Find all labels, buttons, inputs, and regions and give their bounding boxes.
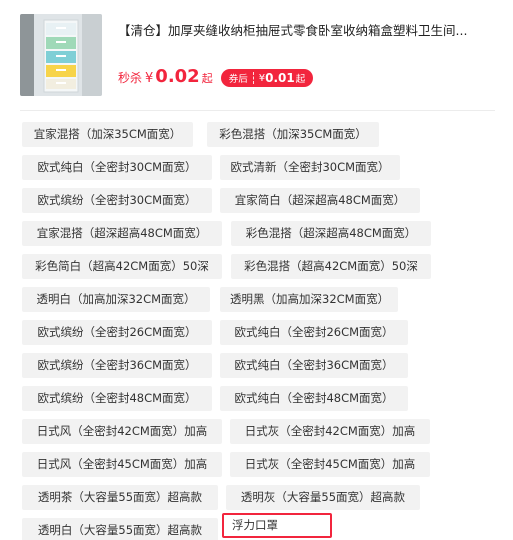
coupon-price: 0.01	[265, 71, 295, 85]
sku-option[interactable]: 欧式缤纷（全密封30CM面宽）	[22, 188, 212, 213]
sku-option[interactable]: 欧式缤纷（全密封36CM面宽）	[22, 353, 212, 378]
sku-option[interactable]: 透明白（大容量55面宽）超高款	[22, 518, 218, 540]
sku-option[interactable]: 欧式纯白（全密封26CM面宽）	[220, 320, 408, 345]
divider	[20, 110, 495, 111]
seckill-label: 秒杀	[118, 71, 143, 85]
sku-option[interactable]: 彩色混搭（加深35CM面宽）	[207, 122, 379, 147]
sku-option[interactable]: 欧式缤纷（全密封26CM面宽）	[22, 320, 212, 345]
product-summary: 【清仓】加厚夹缝收纳柜抽屉式零食卧室收纳箱盒塑料卫生间... 秒杀 ¥ 0.02…	[20, 14, 500, 96]
storage-cabinet-image	[20, 14, 102, 96]
sku-option[interactable]: 彩色混搭（超高42CM面宽）50深	[231, 254, 431, 279]
sku-option[interactable]: 彩色简白（超高42CM面宽）50深	[22, 254, 222, 279]
sku-option[interactable]: 欧式缤纷（全密封48CM面宽）	[22, 386, 212, 411]
sku-option[interactable]: 欧式纯白（全密封36CM面宽）	[220, 353, 408, 378]
coupon-label: 券后	[228, 74, 248, 85]
sku-option[interactable]: 彩色混搭（超深超高48CM面宽）	[231, 221, 431, 246]
sku-option[interactable]: 透明黑（加高加深32CM面宽）	[220, 287, 398, 312]
sku-option[interactable]: 透明白（加高加深32CM面宽）	[22, 287, 210, 312]
sku-selector-panel: 【清仓】加厚夹缝收纳柜抽屉式零食卧室收纳箱盒塑料卫生间... 秒杀 ¥ 0.02…	[0, 0, 513, 540]
coupon-price-badge: 券后 ¥ 0.01 起	[220, 69, 314, 87]
sku-option[interactable]: 日式灰（全密封42CM面宽）加高	[230, 419, 430, 444]
product-title[interactable]: 【清仓】加厚夹缝收纳柜抽屉式零食卧室收纳箱盒塑料卫生间...	[118, 22, 498, 40]
sku-option[interactable]: 宜家混搭（加深35CM面宽）	[22, 122, 193, 147]
product-thumbnail	[20, 14, 102, 96]
sku-option[interactable]: 日式风（全密封45CM面宽）加高	[22, 452, 222, 477]
sku-option[interactable]: 欧式纯白（全密封48CM面宽）	[220, 386, 408, 411]
sku-option-selected[interactable]: 浮力口罩	[222, 513, 332, 538]
sku-option[interactable]: 透明灰（大容量55面宽）超高款	[226, 485, 420, 510]
coupon-suffix: 起	[295, 74, 306, 85]
price-currency: ¥	[145, 71, 154, 86]
coupon-divider	[252, 72, 254, 84]
sku-option[interactable]: 欧式纯白（全密封30CM面宽）	[22, 155, 212, 180]
sku-option[interactable]: 宜家混搭（超深超高48CM面宽）	[22, 221, 222, 246]
price-suffix: 起	[201, 72, 213, 85]
sku-option[interactable]: 日式风（全密封42CM面宽）加高	[22, 419, 222, 444]
sku-option[interactable]: 透明茶（大容量55面宽）超高款	[22, 485, 218, 510]
sku-option[interactable]: 日式灰（全密封45CM面宽）加高	[230, 452, 430, 477]
price-value: 0.02	[155, 66, 200, 87]
price-row: 秒杀 ¥ 0.02 起 券后 ¥ 0.01 起	[118, 66, 314, 90]
sku-option[interactable]: 欧式清新（全密封30CM面宽）	[220, 155, 400, 180]
sku-option[interactable]: 宜家简白（超深超高48CM面宽）	[220, 188, 420, 213]
